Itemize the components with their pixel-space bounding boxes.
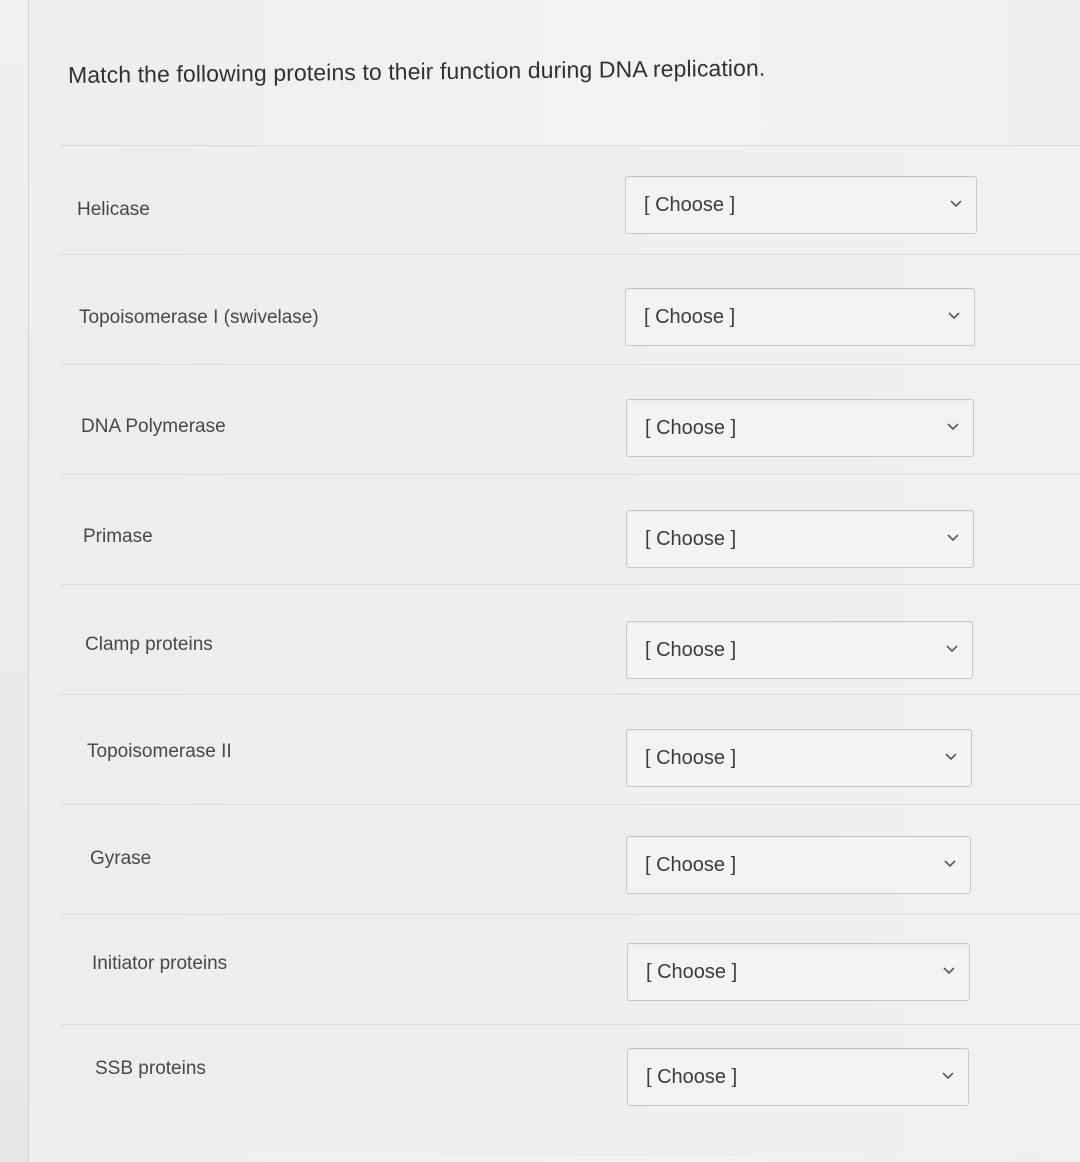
- chevron-down-icon: [948, 310, 960, 322]
- answer-select-primase[interactable]: [ Choose ]: [626, 510, 974, 568]
- answer-select-topoisomerase-2[interactable]: [ Choose ]: [626, 729, 972, 787]
- answer-select-clamp-proteins[interactable]: [ Choose ]: [626, 621, 973, 679]
- chevron-down-icon: [942, 1070, 954, 1082]
- chevron-down-icon: [950, 198, 962, 210]
- answer-select-helicase[interactable]: [ Choose ]: [625, 176, 977, 234]
- answer-select-topoisomerase-1[interactable]: [ Choose ]: [625, 288, 975, 346]
- select-value: [ Choose ]: [645, 528, 737, 550]
- select-value: [ Choose ]: [645, 747, 737, 769]
- chevron-down-icon: [943, 965, 955, 977]
- chevron-down-icon: [947, 421, 959, 433]
- term-label: SSB proteins: [95, 1058, 206, 1079]
- match-row-clamp-proteins: Clamp proteins [ Choose ]: [60, 586, 1080, 695]
- match-row-dna-polymerase: DNA Polymerase [ Choose ]: [60, 366, 1080, 475]
- answer-select-dna-polymerase[interactable]: [ Choose ]: [626, 399, 974, 457]
- chevron-down-icon: [946, 643, 958, 655]
- match-row-topoisomerase-2: Topoisomerase II [ Choose ]: [60, 696, 1080, 805]
- chevron-down-icon: [945, 751, 957, 763]
- chevron-down-icon: [944, 858, 956, 870]
- match-row-primase: Primase [ Choose ]: [60, 476, 1080, 585]
- match-row-helicase: Helicase [ Choose ]: [60, 146, 1080, 255]
- term-label: Clamp proteins: [85, 634, 213, 655]
- select-value: [ Choose ]: [645, 417, 737, 439]
- answer-select-ssb-proteins[interactable]: [ Choose ]: [627, 1048, 969, 1106]
- match-row-gyrase: Gyrase [ Choose ]: [60, 806, 1080, 915]
- term-label: DNA Polymerase: [81, 416, 226, 437]
- select-value: [ Choose ]: [644, 306, 736, 328]
- term-label: Topoisomerase II: [87, 741, 232, 762]
- select-value: [ Choose ]: [646, 1066, 738, 1088]
- term-label: Gyrase: [90, 848, 152, 869]
- select-value: [ Choose ]: [645, 639, 737, 661]
- quiz-page: Match the following proteins to their fu…: [0, 0, 1080, 1162]
- select-value: [ Choose ]: [644, 194, 736, 216]
- select-value: [ Choose ]: [645, 854, 737, 876]
- matching-list: Helicase [ Choose ] Topoisomerase I (swi…: [60, 145, 1080, 1156]
- select-value: [ Choose ]: [646, 961, 738, 983]
- answer-select-gyrase[interactable]: [ Choose ]: [626, 836, 971, 894]
- match-row-ssb-proteins: SSB proteins [ Choose ]: [60, 1026, 1080, 1134]
- match-row-topoisomerase-1: Topoisomerase I (swivelase) [ Choose ]: [60, 256, 1080, 365]
- answer-select-initiator-proteins[interactable]: [ Choose ]: [627, 943, 970, 1001]
- term-label: Initiator proteins: [92, 953, 228, 974]
- term-label: Topoisomerase I (swivelase): [79, 307, 319, 328]
- chevron-down-icon: [947, 532, 959, 544]
- term-label: Primase: [83, 526, 153, 547]
- match-row-initiator-proteins: Initiator proteins [ Choose ]: [60, 916, 1080, 1025]
- term-label: Helicase: [77, 199, 150, 220]
